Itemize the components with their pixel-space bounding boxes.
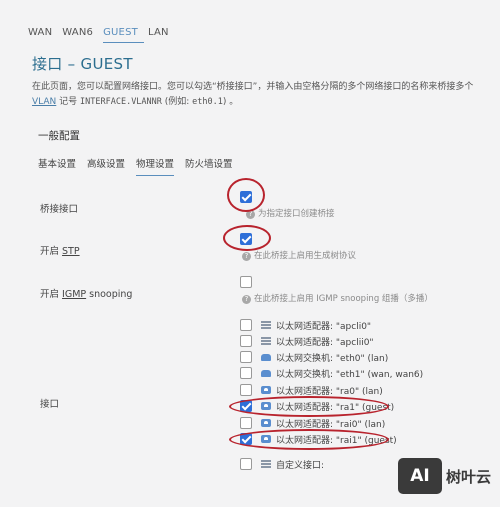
watermark-text: 树叶云 [446, 467, 492, 486]
help-icon: ? [242, 295, 251, 304]
switch-icon [261, 369, 271, 377]
description-line-1: 在此页面，您可以配置网络接口。您可以勾选“桥接接口”，并输入由空格分隔的多个网络… [32, 82, 474, 92]
wireless-icon [261, 386, 271, 394]
description-text: (例如: [161, 97, 193, 107]
page-description: 在此页面，您可以配置网络接口。您可以勾选“桥接接口”，并输入由空格分隔的多个网络… [32, 80, 500, 110]
interface-label: 接口 [40, 399, 60, 410]
vlan-example-code: eth0.1 [192, 97, 223, 107]
stp-hint-text: 在此桥接上启用生成树协议 [254, 251, 357, 261]
ethernet-icon [261, 337, 271, 345]
interface-row-eth1[interactable]: 以太网交换机: "eth1" (wan, wan6) [240, 366, 423, 380]
subtab-basic[interactable]: 基本设置 [38, 156, 76, 176]
stp-hint: ? 在此桥接上启用生成树协议 [242, 249, 356, 261]
description-text: 记号 [56, 97, 81, 107]
interface-label-text: 以太网交换机: "eth0" (lan) [276, 353, 389, 364]
subtab-physical[interactable]: 物理设置 [136, 156, 175, 176]
interface-row-eth0[interactable]: 以太网交换机: "eth0" (lan) [240, 350, 388, 364]
watermark-logo: AI [398, 458, 442, 494]
stp-label: 开启 STP [40, 243, 80, 257]
bridge-hint-text: 为指定接口创建桥接 [258, 209, 335, 219]
tab-guest[interactable]: GUEST [103, 24, 144, 43]
igmp-label-suffix: snooping [86, 289, 133, 300]
switch-icon [261, 353, 271, 361]
interface-row-ra0[interactable]: 以太网适配器: "ra0" (lan) [240, 383, 383, 397]
top-tabs: WAN WAN6 GUEST LAN [28, 24, 179, 43]
vlan-notation-code: INTERFACE.VLANNR [80, 97, 162, 107]
interface-label-text: 以太网适配器: "rai1" (guest) [276, 435, 397, 446]
subtab-firewall[interactable]: 防火墙设置 [185, 156, 233, 176]
igmp-label: 开启 IGMP snooping [40, 286, 132, 300]
stp-label-prefix: 开启 [40, 246, 63, 257]
wireless-icon [261, 419, 271, 427]
igmp-hint-text: 在此桥接上启用 IGMP snooping 组播（多播） [254, 294, 433, 304]
wireless-icon [261, 435, 271, 443]
interface-label-text: 以太网适配器: "ra1" (guest) [276, 402, 395, 413]
interface-label-text: 自定义接口: [276, 460, 325, 471]
stp-checkbox[interactable] [240, 233, 252, 245]
interface-row-apclii0[interactable]: 以太网适配器: "apclii0" [240, 334, 374, 348]
interface-checkbox[interactable] [240, 351, 252, 363]
help-icon: ? [246, 210, 255, 219]
section-title: 一般配置 [38, 130, 80, 142]
igmp-hint: ? 在此桥接上启用 IGMP snooping 组播（多播） [242, 292, 433, 304]
tab-lan[interactable]: LAN [148, 24, 175, 43]
interface-checkbox[interactable] [240, 367, 252, 379]
wireless-icon [261, 402, 271, 410]
interface-label-text: 以太网适配器: "rai0" (lan) [276, 419, 386, 430]
bridge-hint: ? 为指定接口创建桥接 [246, 207, 335, 219]
interface-row-rai0[interactable]: 以太网适配器: "rai0" (lan) [240, 416, 385, 430]
vlan-link[interactable]: VLAN [32, 97, 56, 107]
interface-checkbox[interactable] [240, 319, 252, 331]
interface-label-text: 以太网适配器: "ra0" (lan) [276, 386, 383, 397]
interface-row-ra1[interactable]: 以太网适配器: "ra1" (guest) [240, 399, 394, 413]
interface-row-apcli0[interactable]: 以太网适配器: "apcli0" [240, 318, 371, 332]
interface-checkbox[interactable] [240, 384, 252, 396]
stp-label-link: STP [62, 246, 80, 257]
interface-checkbox[interactable] [240, 400, 252, 412]
interface-row-rai1[interactable]: 以太网适配器: "rai1" (guest) [240, 432, 397, 446]
interface-checkbox[interactable] [240, 417, 252, 429]
description-line-2: VLAN 记号 INTERFACE.VLANNR (例如: eth0.1) 。 [32, 95, 500, 110]
interface-label-text: 以太网适配器: "apclii0" [276, 337, 374, 348]
page-title: 接口 – GUEST [32, 55, 133, 73]
interface-label-text: 以太网适配器: "apcli0" [276, 321, 372, 332]
tab-wan6[interactable]: WAN6 [62, 24, 99, 43]
igmp-checkbox[interactable] [240, 276, 252, 288]
bridge-checkbox[interactable] [240, 191, 252, 203]
bridge-label: 桥接接口 [40, 204, 79, 215]
ethernet-icon [261, 321, 271, 329]
description-text: ) 。 [222, 97, 239, 107]
tab-wan[interactable]: WAN [28, 24, 58, 43]
interface-checkbox[interactable] [240, 433, 252, 445]
watermark: AI 树叶云 [398, 458, 491, 494]
interface-row-custom[interactable]: 自定义接口: [240, 457, 324, 471]
ethernet-icon [261, 460, 271, 468]
interface-label-text: 以太网交换机: "eth1" (wan, wan6) [276, 369, 424, 380]
sub-tabs: 基本设置 高级设置 物理设置 防火墙设置 [38, 156, 244, 176]
igmp-label-link: IGMP [62, 289, 87, 300]
interface-checkbox[interactable] [240, 335, 252, 347]
subtab-advanced[interactable]: 高级设置 [87, 156, 125, 176]
help-icon: ? [242, 252, 251, 261]
igmp-label-prefix: 开启 [40, 289, 63, 300]
interface-checkbox[interactable] [240, 458, 252, 470]
